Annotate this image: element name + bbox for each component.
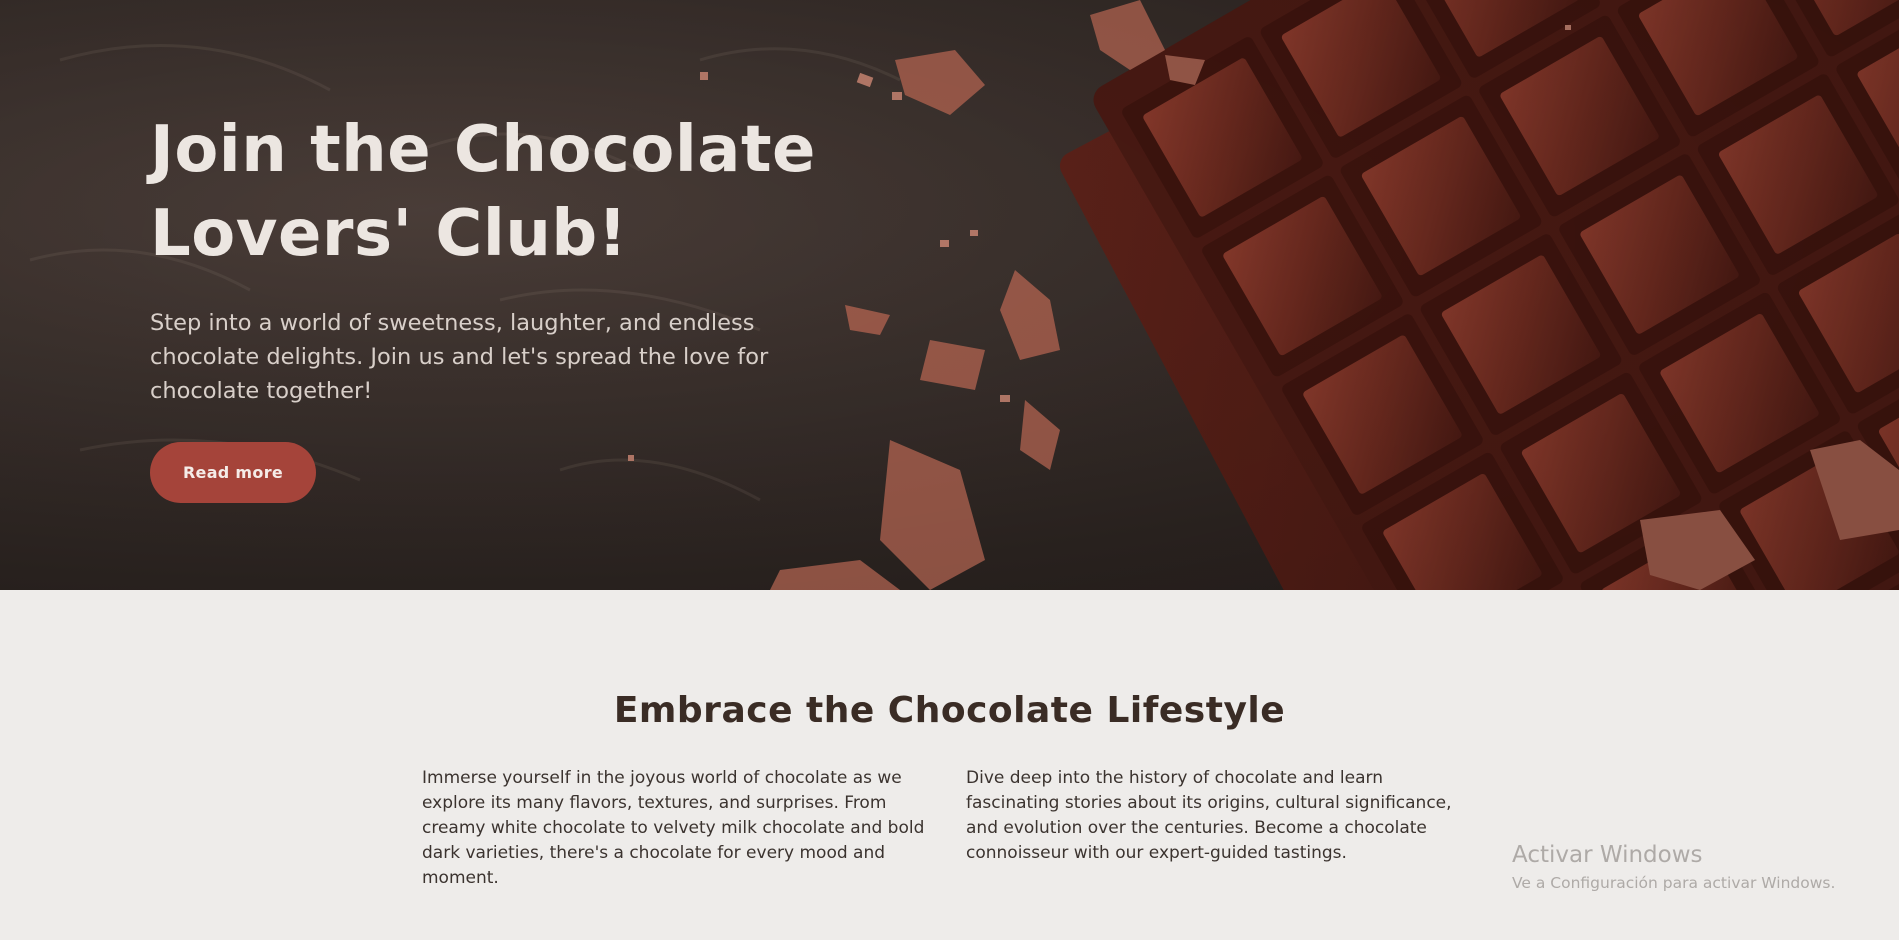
paragraph-left: Immerse yourself in the joyous world of … xyxy=(422,768,925,888)
section-title: Embrace the Chocolate Lifestyle xyxy=(613,690,1286,731)
hero-section: Join the Chocolate Lovers' Club! Step in… xyxy=(0,0,1899,590)
hero-subtitle: Step into a world of sweetness, laughter… xyxy=(150,310,769,404)
read-more-button[interactable]: Read more xyxy=(150,442,316,503)
page: Join the Chocolate Lovers' Club! Step in… xyxy=(0,0,1899,940)
windows-activation-watermark: Activar Windows Ve a Configuración para … xyxy=(1512,840,1835,896)
watermark-subtitle: Ve a Configuración para activar Windows. xyxy=(1512,874,1836,892)
hero-content: Join the Chocolate Lovers' Club! Step in… xyxy=(150,108,870,503)
watermark-title: Activar Windows xyxy=(1512,842,1703,868)
hero-title: Join the Chocolate Lovers' Club! xyxy=(150,113,816,271)
paragraph-right: Dive deep into the history of chocolate … xyxy=(966,768,1452,863)
